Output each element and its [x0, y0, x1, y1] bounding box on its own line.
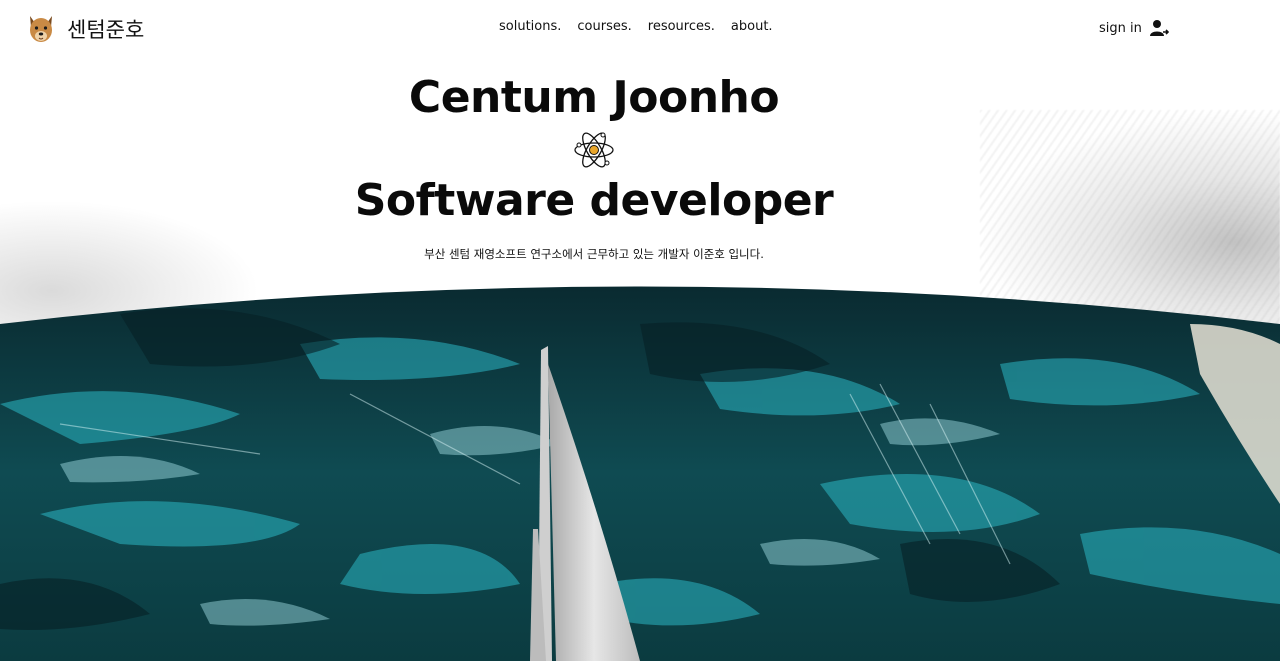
atom-icon: [574, 132, 614, 168]
hero-description: 부산 센텀 재영소프트 연구소에서 근무하고 있는 개발자 이준호 입니다.: [424, 247, 764, 261]
ocean-illustration: [0, 286, 1280, 661]
signin-label: sign in: [1099, 20, 1142, 36]
nav-resources[interactable]: resources.: [648, 19, 715, 34]
dog-icon: [30, 16, 52, 42]
hero-subtitle: Software developer: [354, 175, 834, 226]
main-nav: solutions. courses. resources. about.: [499, 19, 773, 34]
hero-title: Centum Joonho: [408, 72, 780, 123]
nav-solutions[interactable]: solutions.: [499, 19, 561, 34]
nav-about[interactable]: about.: [731, 19, 773, 34]
header: 센텀준호 solutions. courses. resources. abou…: [0, 0, 1280, 60]
page: 센텀준호 solutions. courses. resources. abou…: [0, 0, 1280, 661]
nav-courses[interactable]: courses.: [577, 19, 631, 34]
user-plus-icon: [1149, 20, 1169, 36]
logo[interactable]: 센텀준호: [25, 13, 144, 45]
brand-name: 센텀준호: [67, 18, 145, 42]
hero-ocean-image: [0, 284, 1280, 661]
signin-button[interactable]: sign in: [1099, 18, 1169, 38]
